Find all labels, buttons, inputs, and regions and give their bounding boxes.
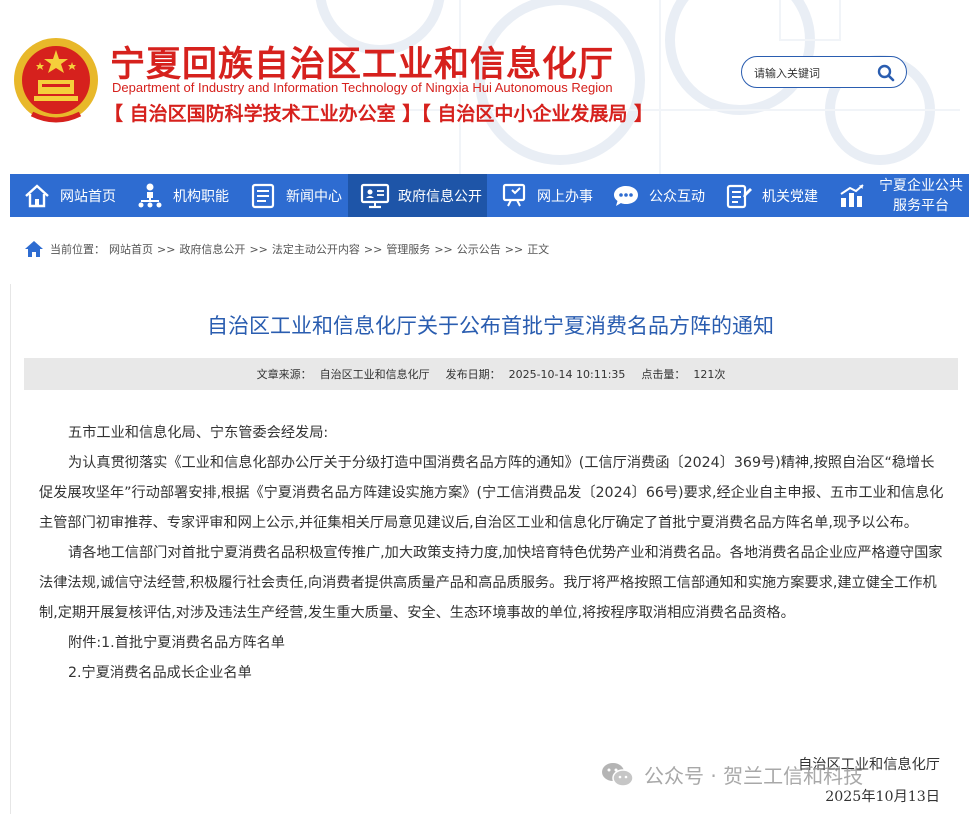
body-paragraph: 为认真贯彻落实《工业和信息化部办公厅关于分级打造中国消费名品方阵的通知》(工信厅… [39,455,944,531]
salutation: 五市工业和信息化局、宁东管委会经发局: [68,425,329,441]
article-meta: 文章来源： 自治区工业和信息化厅 发布日期： 2025-10-14 10:11:35… [24,358,958,390]
nav-item-gov-info[interactable]: 政府信息公开 [348,174,487,217]
hits-label: 点击量： [641,368,686,381]
breadcrumb-link[interactable]: 管理服务 [386,241,430,257]
date-label: 发布日期： [445,368,501,381]
nav-item-org[interactable]: 机构职能 [123,174,236,217]
nav-item-news[interactable]: 新闻中心 [236,174,348,217]
nav-label: 政府信息公开 [398,188,482,205]
hits-value: 121次 [693,368,726,381]
nav-label: 机构职能 [173,188,229,205]
breadcrumb-separator: >> [157,242,176,256]
search-input[interactable] [754,63,874,83]
source-label: 文章来源： [256,368,312,381]
breadcrumb-link[interactable]: 政府信息公开 [179,241,245,257]
source-value: 自治区工业和信息化厅 [319,368,430,381]
main-nav: 网站首页 机构职能 新闻中心 政府信息公开 网上办事 公众互动 机关党建 宁夏企… [10,174,969,217]
signature-date: 2025年10月13日 [825,789,940,805]
breadcrumb-link[interactable]: 网站首页 [109,241,153,257]
attachment-link[interactable]: 附件:1.首批宁夏消费名品方阵名单 [39,628,947,658]
watermark-text: 公众号 · 贺兰工信和科技 [644,764,864,788]
search-icon[interactable] [876,63,896,83]
breadcrumb: 当前位置： 网站首页 >> 政府信息公开 >> 法定主动公开内容 >> 管理服务… [24,238,553,260]
site-header: 宁夏回族自治区工业和信息化厅 Department of Industry an… [0,0,969,174]
breadcrumb-separator: >> [504,242,524,256]
org-icon [135,181,165,211]
home-icon [25,241,43,257]
nav-label: 网站首页 [60,188,116,205]
wechat-watermark: 公众号 · 贺兰工信和科技 [600,760,863,789]
monitor-icon [360,181,390,211]
news-icon [248,181,278,211]
article-title: 自治区工业和信息化厅关于公布首批宁夏消费名品方阵的通知 [207,314,774,338]
nav-item-interaction[interactable]: 公众互动 [599,174,712,217]
chart-icon [837,181,867,211]
nav-item-enterprise-platform[interactable]: 宁夏企业公共服务平台 [825,174,969,217]
national-emblem-icon [14,38,98,123]
breadcrumb-separator: >> [249,242,268,256]
nav-label: 网上办事 [537,188,593,205]
breadcrumb-separator: >> [434,242,453,256]
breadcrumb-link[interactable]: 法定主动公开内容 [272,241,360,257]
breadcrumb-separator: >> [363,242,383,256]
nav-label: 机关党建 [762,188,818,205]
nav-item-online-service[interactable]: 网上办事 [487,174,599,217]
nav-item-home[interactable]: 网站首页 [10,174,123,217]
nav-label: 公众互动 [649,188,705,205]
breadcrumb-current: 正文 [527,243,550,256]
article-card: 自治区工业和信息化厅关于公布首批宁夏消费名品方阵的通知 文章来源： 自治区工业和信… [10,284,969,814]
date-value: 2025-10-14 10:11:35 [508,368,626,381]
party-icon [724,181,754,211]
attachment-link[interactable]: 2.宁夏消费名品成长企业名单 [39,658,947,688]
wechat-icon [602,762,634,787]
service-icon [499,181,529,211]
breadcrumb-link[interactable]: 公示公告 [457,241,501,257]
body-paragraph: 请各地工信部门对首批宁夏消费名品积极宣传推广,加大政策支持力度,加快培育特色优势… [39,545,943,621]
affiliated-offices: 【 自治区国防科学技术工业办公室 】【 自治区中小企业发展局 】 [104,103,653,125]
breadcrumb-prefix: 当前位置： [50,243,105,256]
home-icon [22,181,52,211]
chat-icon [611,181,641,211]
nav-label: 新闻中心 [286,188,342,205]
article-body: 五市工业和信息化局、宁东管委会经发局: 为认真贯彻落实《工业和信息化部办公厅关于… [39,418,947,688]
search-box [741,56,907,88]
site-subtitle: Department of Industry and Information T… [112,80,613,95]
nav-item-party[interactable]: 机关党建 [712,174,825,217]
nav-label: 宁夏企业公共服务平台 [879,177,963,214]
